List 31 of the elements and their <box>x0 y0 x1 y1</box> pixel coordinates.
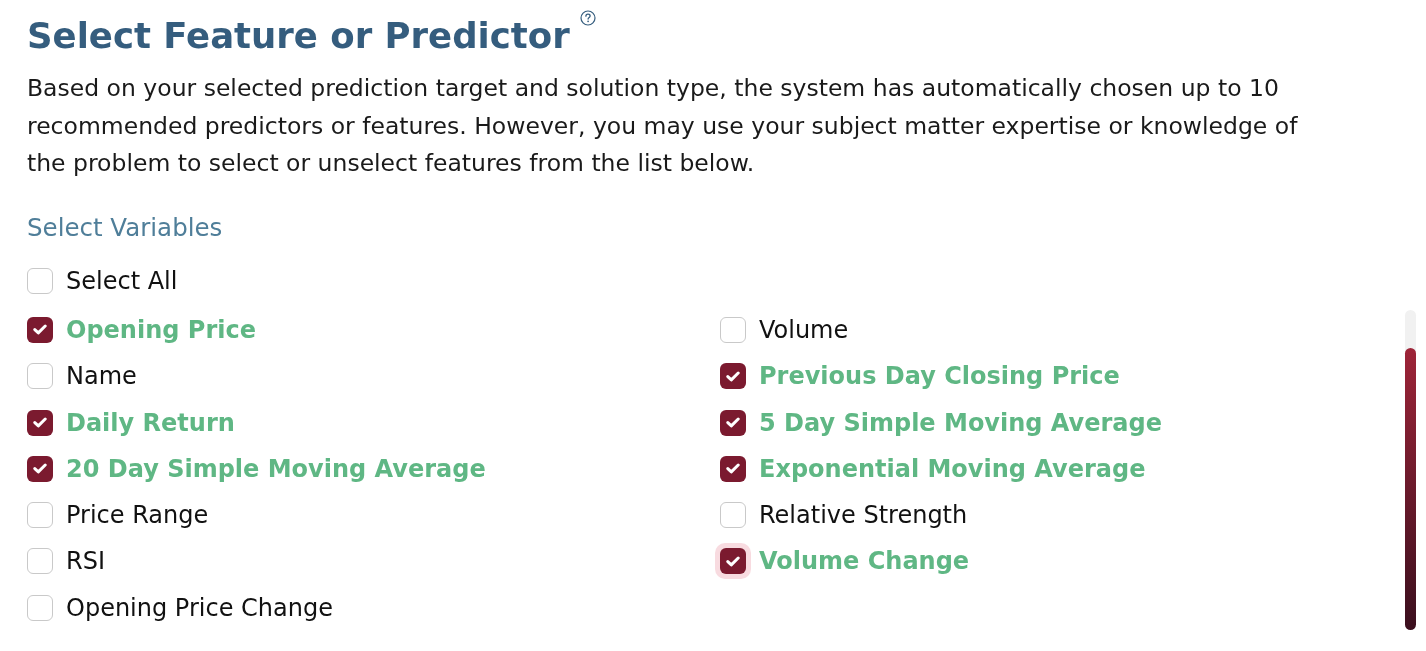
checked-checkbox[interactable] <box>27 316 53 343</box>
check-icon <box>726 463 740 475</box>
checked-checkbox[interactable] <box>720 455 746 482</box>
checkbox[interactable] <box>27 594 53 621</box>
checkbox[interactable] <box>27 363 53 390</box>
section-label: Select Variables <box>27 212 223 243</box>
checked-checkbox[interactable] <box>27 409 53 436</box>
check-icon <box>33 324 47 336</box>
checkbox[interactable] <box>27 267 53 294</box>
checkbox[interactable] <box>27 548 53 575</box>
checkbox-label[interactable]: Select All <box>66 268 178 293</box>
checkbox-label[interactable]: Opening Price Change <box>66 595 333 620</box>
description-text: Based on your selected prediction target and solution type, the system has automatically chosen up to 10 recommended predictors or features. However, you may use your subject matter expertise or knowledge of the problem to select or unselect features from the list below. <box>27 73 1299 179</box>
checkbox-label[interactable]: Relative Strength <box>759 503 968 528</box>
checkbox[interactable] <box>720 502 746 529</box>
help-icon[interactable] <box>579 10 596 26</box>
checkbox-label[interactable]: Name <box>66 364 137 389</box>
check-icon <box>33 417 47 429</box>
check-icon <box>726 370 740 382</box>
checked-checkbox[interactable] <box>720 363 746 390</box>
checked-checkbox[interactable] <box>27 455 53 482</box>
checkbox-label[interactable]: Price Range <box>66 503 209 528</box>
checkbox[interactable] <box>720 316 746 343</box>
checkbox-label[interactable]: Volume <box>759 317 849 342</box>
check-icon <box>726 417 740 429</box>
checkbox[interactable] <box>27 502 53 529</box>
page-title: Select Feature or Predictor <box>27 14 570 58</box>
checked-checkbox[interactable] <box>720 409 746 436</box>
check-icon <box>33 463 47 475</box>
check-icon <box>726 555 740 567</box>
checkbox-label[interactable]: RSI <box>66 549 105 574</box>
